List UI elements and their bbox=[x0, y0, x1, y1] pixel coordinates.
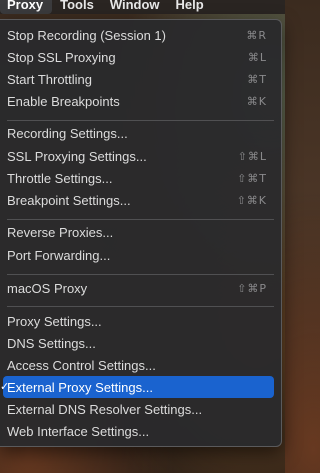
menu-item-start-throttling[interactable]: Start Throttling ⌘T bbox=[1, 68, 274, 90]
menu-item-shortcut: ⌘L bbox=[247, 50, 267, 64]
menu-item-shortcut: ⌘K bbox=[246, 94, 267, 108]
menu-item-label: External Proxy Settings... bbox=[7, 379, 153, 395]
menu-item-label: DNS Settings... bbox=[7, 335, 96, 351]
menu-item-label: Throttle Settings... bbox=[7, 170, 113, 186]
menu-separator bbox=[7, 120, 274, 121]
menu-separator bbox=[7, 219, 274, 220]
menubar-tools[interactable]: Tools bbox=[52, 0, 102, 14]
menu-item-shortcut: ⇧⌘K bbox=[236, 193, 267, 207]
menu-item-breakpoint-settings[interactable]: Breakpoint Settings... ⇧⌘K bbox=[1, 189, 274, 211]
menubar-help[interactable]: Help bbox=[168, 0, 212, 14]
menu-item-label: Access Control Settings... bbox=[7, 357, 156, 373]
checkmark-icon: ✓ bbox=[0, 381, 10, 393]
menu-item-shortcut: ⌘R bbox=[246, 28, 267, 42]
menu-item-label: Start Throttling bbox=[7, 71, 93, 87]
menu-item-ssl-proxying-settings[interactable]: SSL Proxying Settings... ⇧⌘L bbox=[1, 145, 274, 167]
menubar-window[interactable]: Window bbox=[102, 0, 168, 14]
menu-item-recording-settings[interactable]: Recording Settings... bbox=[1, 122, 274, 144]
menu-separator bbox=[7, 306, 274, 307]
menu-bar: Proxy Tools Window Help bbox=[0, 0, 285, 14]
menu-item-label: SSL Proxying Settings... bbox=[7, 148, 147, 164]
menu-item-shortcut: ⇧⌘L bbox=[237, 149, 267, 163]
menu-separator bbox=[7, 274, 274, 275]
menu-item-proxy-settings[interactable]: Proxy Settings... bbox=[1, 310, 274, 332]
menu-item-reverse-proxies[interactable]: Reverse Proxies... bbox=[1, 221, 274, 243]
menu-item-access-control-settings[interactable]: Access Control Settings... bbox=[1, 354, 274, 376]
menu-item-stop-ssl-proxying[interactable]: Stop SSL Proxying ⌘L bbox=[1, 46, 274, 68]
menu-item-label: Enable Breakpoints bbox=[7, 93, 120, 109]
menu-item-label: Reverse Proxies... bbox=[7, 224, 114, 240]
menu-item-stop-recording[interactable]: Stop Recording (Session 1) ⌘R bbox=[1, 24, 274, 46]
menu-item-label: Breakpoint Settings... bbox=[7, 192, 131, 208]
menu-item-enable-breakpoints[interactable]: Enable Breakpoints ⌘K bbox=[1, 90, 274, 112]
menu-item-dns-settings[interactable]: DNS Settings... bbox=[1, 332, 274, 354]
menu-item-label: Stop Recording (Session 1) bbox=[7, 27, 166, 43]
menu-item-label: Proxy Settings... bbox=[7, 313, 102, 329]
menu-item-label: Web Interface Settings... bbox=[7, 423, 150, 439]
menu-item-label: Recording Settings... bbox=[7, 125, 128, 141]
menu-item-external-proxy-settings[interactable]: ✓ External Proxy Settings... bbox=[0, 376, 274, 398]
menu-item-shortcut: ⇧⌘T bbox=[237, 171, 267, 185]
menu-item-shortcut: ⌘T bbox=[247, 72, 267, 86]
proxy-dropdown-menu: Stop Recording (Session 1) ⌘R Stop SSL P… bbox=[0, 19, 282, 447]
menu-item-label: Port Forwarding... bbox=[7, 247, 111, 263]
menu-item-web-interface-settings[interactable]: Web Interface Settings... bbox=[1, 420, 274, 442]
menu-item-label: macOS Proxy bbox=[7, 280, 88, 296]
menubar-proxy[interactable]: Proxy bbox=[0, 0, 53, 14]
menu-item-label: External DNS Resolver Settings... bbox=[7, 401, 203, 417]
menu-item-shortcut: ⇧⌘P bbox=[237, 281, 267, 295]
menu-item-external-dns-resolver-settings[interactable]: External DNS Resolver Settings... bbox=[1, 398, 274, 420]
menu-item-port-forwarding[interactable]: Port Forwarding... bbox=[1, 244, 274, 266]
menu-item-label: Stop SSL Proxying bbox=[7, 49, 116, 65]
menu-item-throttle-settings[interactable]: Throttle Settings... ⇧⌘T bbox=[1, 167, 274, 189]
menu-item-macos-proxy[interactable]: macOS Proxy ⇧⌘P bbox=[1, 277, 274, 299]
